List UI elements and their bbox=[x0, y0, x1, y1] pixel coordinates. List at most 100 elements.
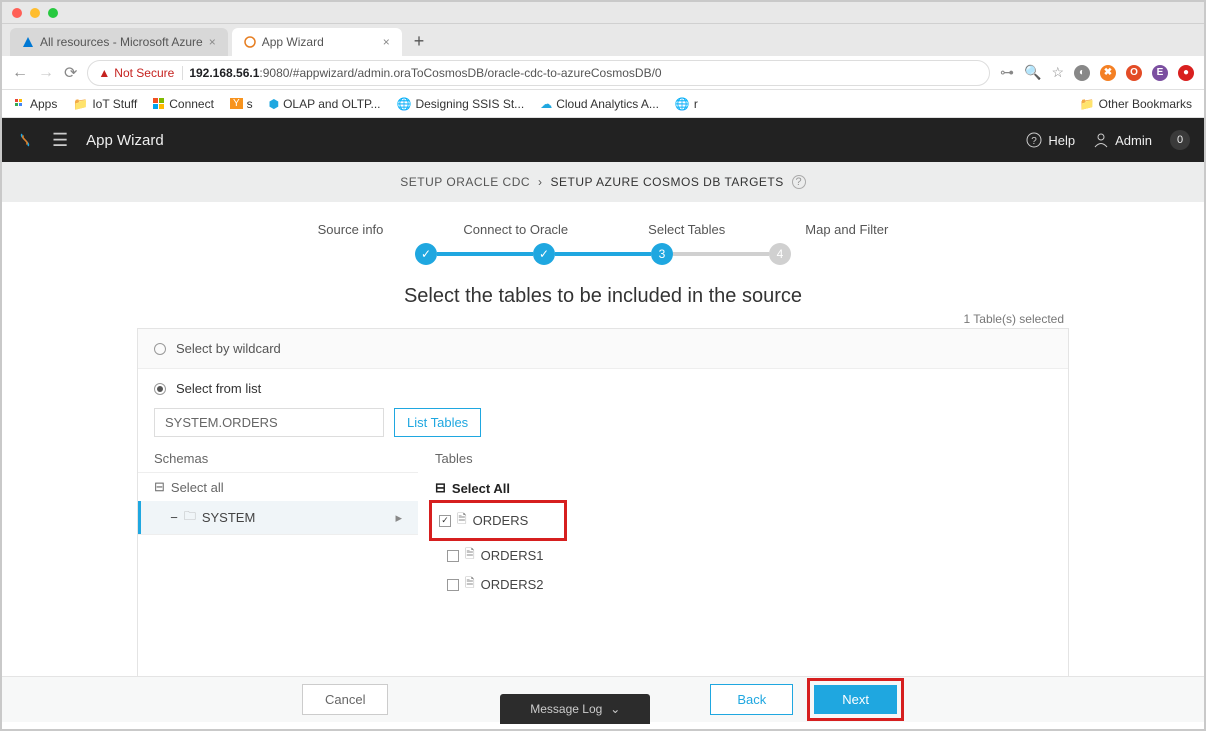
table-filter-input[interactable] bbox=[154, 408, 384, 437]
highlight-box: Next bbox=[807, 678, 904, 721]
mac-minimize-icon[interactable] bbox=[30, 8, 40, 18]
cancel-button[interactable]: Cancel bbox=[302, 684, 388, 715]
minus-box-icon: ⊟ bbox=[154, 479, 165, 495]
help-icon: ? bbox=[1026, 132, 1042, 148]
back-button[interactable]: Back bbox=[710, 684, 793, 715]
ms-icon bbox=[153, 98, 165, 110]
browser-tab[interactable]: All resources - Microsoft Azure × bbox=[10, 28, 228, 56]
bookmark-item[interactable]: 🌐 r bbox=[675, 97, 698, 111]
bookmark-item[interactable]: 📁 IoT Stuff bbox=[73, 97, 137, 111]
url-field[interactable]: ▲ Not Secure 192.168.56.1:9080/#appwizar… bbox=[87, 60, 990, 86]
mac-maximize-icon[interactable] bbox=[48, 8, 58, 18]
radio-icon[interactable] bbox=[154, 383, 166, 395]
selected-count: 1 Table(s) selected bbox=[2, 312, 1204, 326]
app-header: ☰ App Wizard ? Help Admin 0 bbox=[2, 118, 1204, 162]
mac-close-icon[interactable] bbox=[12, 8, 22, 18]
step-done-icon: ✓ bbox=[415, 243, 437, 265]
extension-icon[interactable]: ● bbox=[1178, 65, 1194, 81]
wizard-breadcrumb: SETUP ORACLE CDC › SETUP AZURE COSMOS DB… bbox=[2, 162, 1204, 202]
tables-header: Tables bbox=[419, 447, 1068, 472]
chevron-right-icon: › bbox=[538, 175, 543, 189]
step-label: Select Tables bbox=[648, 222, 725, 237]
step-label: Source info bbox=[318, 222, 384, 237]
extension-icon[interactable]: ◐ bbox=[1074, 65, 1090, 81]
bookmarks-bar: Apps 📁 IoT Stuff Connect Y s ⬢ OLAP and … bbox=[2, 90, 1204, 118]
tab-close-icon[interactable]: × bbox=[383, 35, 390, 49]
breadcrumb-target: SETUP AZURE COSMOS DB TARGETS bbox=[551, 175, 784, 189]
schemas-header: Schemas bbox=[138, 447, 418, 472]
extension-icon[interactable]: ✖ bbox=[1100, 65, 1116, 81]
help-hint-icon[interactable]: ? bbox=[792, 175, 806, 189]
step-done-icon: ✓ bbox=[533, 243, 555, 265]
breadcrumb-source: SETUP ORACLE CDC bbox=[400, 175, 530, 189]
forward-arrow-icon[interactable]: → bbox=[38, 64, 54, 82]
step-label: Map and Filter bbox=[805, 222, 888, 237]
menu-icon[interactable]: ☰ bbox=[52, 130, 68, 151]
step-label: Connect to Oracle bbox=[463, 222, 568, 237]
apps-shortcut[interactable]: Apps bbox=[14, 97, 57, 111]
page-title: App Wizard bbox=[86, 132, 164, 149]
bookmark-item[interactable]: 🌐 Designing SSIS St... bbox=[397, 97, 525, 111]
other-bookmarks[interactable]: 📁 Other Bookmarks bbox=[1080, 97, 1192, 111]
security-warning: ▲ Not Secure bbox=[98, 66, 183, 80]
wizard-content: Source info Connect to Oracle Select Tab… bbox=[2, 202, 1204, 722]
schema-item[interactable]: − 🗀 SYSTEM ▸ bbox=[138, 501, 418, 534]
bookmark-item[interactable]: Y s bbox=[230, 97, 253, 111]
checkbox-icon[interactable] bbox=[439, 515, 451, 527]
table-select-panel: Select by wildcard Select from list List… bbox=[137, 328, 1069, 698]
tab-close-icon[interactable]: × bbox=[209, 35, 216, 49]
select-all-tables[interactable]: ⊟ Select All bbox=[429, 476, 1058, 500]
chevron-down-icon: ⌄ bbox=[610, 702, 620, 716]
table-row[interactable]: 🗎 ORDERS bbox=[435, 506, 534, 535]
table-row[interactable]: 🗎 ORDERS2 bbox=[429, 570, 1058, 599]
minus-box-icon: ⊟ bbox=[435, 480, 446, 496]
back-arrow-icon[interactable]: ← bbox=[12, 64, 28, 82]
step-indicator: ✓ ✓ 3 4 bbox=[2, 243, 1204, 279]
star-icon[interactable]: ☆ bbox=[1051, 64, 1064, 81]
select-all-schemas[interactable]: ⊟ Select all bbox=[138, 473, 418, 501]
checkbox-icon[interactable] bbox=[447, 550, 459, 562]
help-link[interactable]: ? Help bbox=[1026, 132, 1075, 148]
select-from-list-option[interactable]: Select from list bbox=[138, 369, 1068, 408]
striim-logo-icon bbox=[16, 131, 34, 149]
user-icon bbox=[1093, 132, 1109, 148]
folder-icon: 🗀 bbox=[184, 507, 196, 528]
wildcard-option[interactable]: Select by wildcard bbox=[138, 329, 1068, 369]
apps-grid-icon bbox=[14, 98, 26, 110]
bookmark-item[interactable]: Connect bbox=[153, 97, 214, 111]
step-current-icon: 3 bbox=[651, 243, 673, 265]
url-text: 192.168.56.1:9080/#appwizard/admin.oraTo… bbox=[189, 66, 661, 80]
radio-icon[interactable] bbox=[154, 343, 166, 355]
notification-badge[interactable]: 0 bbox=[1170, 130, 1190, 150]
tab-label: App Wizard bbox=[262, 35, 324, 49]
key-icon[interactable]: ⊶ bbox=[1000, 64, 1014, 81]
new-tab-button[interactable]: + bbox=[406, 27, 433, 56]
next-button[interactable]: Next bbox=[814, 685, 897, 714]
azure-favicon-icon bbox=[22, 36, 34, 48]
user-menu[interactable]: Admin bbox=[1093, 132, 1152, 148]
wizard-footer: Cancel Message Log ⌄ Back Next bbox=[2, 676, 1204, 722]
url-bar: ← → ⟳ ▲ Not Secure 192.168.56.1:9080/#ap… bbox=[2, 56, 1204, 90]
checkbox-icon[interactable] bbox=[447, 579, 459, 591]
browser-tab-strip: All resources - Microsoft Azure × App Wi… bbox=[2, 24, 1204, 56]
bookmark-item[interactable]: ⬢ OLAP and OLTP... bbox=[269, 97, 381, 111]
table-icon: 🗎 bbox=[465, 545, 475, 566]
mac-titlebar bbox=[2, 2, 1204, 24]
url-action-icons: ⊶ 🔍 ☆ ◐ ✖ O E ● bbox=[1000, 64, 1194, 81]
table-icon: 🗎 bbox=[457, 510, 467, 531]
highlight-box: 🗎 ORDERS bbox=[429, 500, 567, 541]
table-row[interactable]: 🗎 ORDERS1 bbox=[429, 541, 1058, 570]
extension-icon[interactable]: E bbox=[1152, 65, 1168, 81]
list-tables-button[interactable]: List Tables bbox=[394, 408, 481, 437]
extension-icon[interactable]: O bbox=[1126, 65, 1142, 81]
tab-label: All resources - Microsoft Azure bbox=[40, 35, 203, 49]
message-log-toggle[interactable]: Message Log ⌄ bbox=[500, 694, 650, 724]
browser-tab[interactable]: App Wizard × bbox=[232, 28, 402, 56]
step-labels: Source info Connect to Oracle Select Tab… bbox=[2, 202, 1204, 243]
svg-text:?: ? bbox=[1032, 136, 1038, 147]
section-title: Select the tables to be included in the … bbox=[2, 285, 1204, 308]
bookmark-item[interactable]: ☁ Cloud Analytics A... bbox=[540, 97, 659, 111]
table-icon: 🗎 bbox=[465, 574, 475, 595]
reload-icon[interactable]: ⟳ bbox=[64, 63, 77, 83]
zoom-icon[interactable]: 🔍 bbox=[1024, 64, 1041, 81]
